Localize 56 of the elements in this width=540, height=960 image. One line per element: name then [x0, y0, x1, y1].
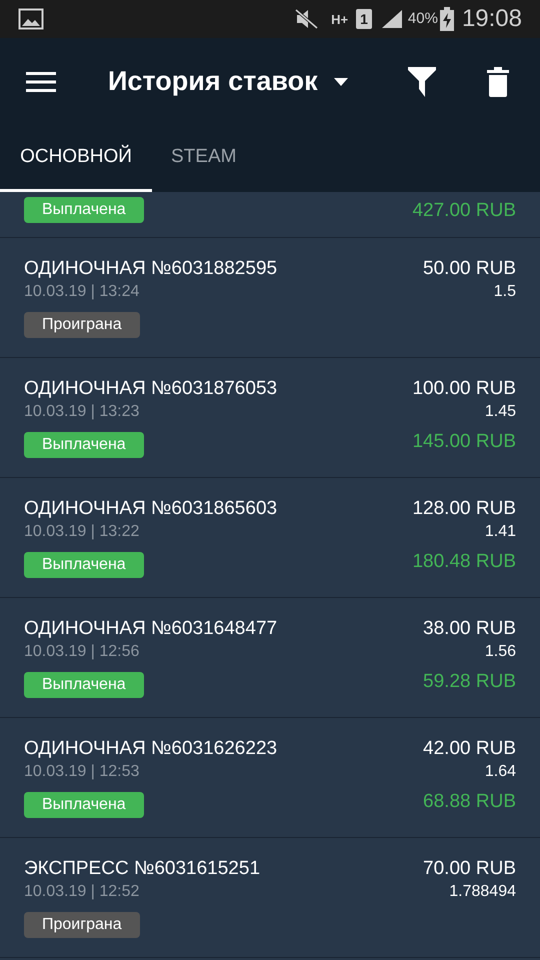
bet-date: 10.03.19 | 13:23: [24, 402, 140, 422]
odds: 1.45: [484, 402, 516, 422]
status-badge: Выплачена: [24, 432, 144, 458]
stake-amount: 50.00 RUB: [423, 257, 516, 281]
bet-title: ОДИНОЧНАЯ №6031648477: [24, 617, 278, 641]
status-badge: Проиграна: [24, 912, 140, 938]
status-badge: Выплачена: [24, 672, 144, 698]
filter-button[interactable]: [406, 66, 438, 98]
bet-card[interactable]: ОДИНОЧНАЯ №6031648477 10.03.19 | 12:56 Выплачена 38.00 RUB 1.56 59.28 RUB: [0, 598, 540, 718]
odds: 1.41: [484, 522, 516, 542]
tab[interactable]: STEAM: [152, 125, 256, 192]
status-badge: Выплачена: [24, 197, 144, 223]
caret-icon: [334, 78, 348, 86]
payout-amount: 427.00 RUB: [412, 199, 516, 223]
odds: 1.64: [484, 762, 516, 782]
odds: 1.56: [484, 642, 516, 662]
stake-amount: 128.00 RUB: [412, 497, 516, 521]
title-dropdown[interactable]: История ставок: [108, 61, 348, 102]
bet-date: 10.03.19 | 12:53: [24, 762, 140, 782]
bet-card[interactable]: ОДИНОЧНАЯ №6031876053 10.03.19 | 13:23 Выплачена 100.00 RUB 1.45 145.00 RUB: [0, 358, 540, 478]
battery-charging-icon: [440, 7, 454, 31]
bet-title: ОДИНОЧНАЯ №6031626223: [24, 737, 278, 761]
clock: 19:08: [462, 4, 522, 34]
sim-indicator: 1: [356, 9, 372, 29]
payout-amount: 180.48 RUB: [412, 550, 516, 574]
payout-amount: 145.00 RUB: [412, 430, 516, 454]
bet-title: ЭКСПРЕСС №6031615251: [24, 857, 260, 881]
bet-date: 10.03.19 | 12:52: [24, 882, 140, 902]
odds: 1.788494: [449, 882, 516, 902]
stake-amount: 38.00 RUB: [423, 617, 516, 641]
stake-amount: 42.00 RUB: [423, 737, 516, 761]
bet-card[interactable]: ОДИНОЧНАЯ №6031882595 10.03.19 | 13:24 Проиграна 50.00 RUB 1.5: [0, 238, 540, 358]
bet-card[interactable]: ОДИНОЧНАЯ №6031626223 10.03.19 | 12:53 Выплачена 42.00 RUB 1.64 68.88 RUB: [0, 718, 540, 838]
payout-amount: 59.28 RUB: [423, 670, 516, 694]
bet-title: ОДИНОЧНАЯ №6031865603: [24, 497, 278, 521]
status-badge: Проиграна: [24, 312, 140, 338]
status-badge: Выплачена: [24, 792, 144, 818]
bet-card[interactable]: ЭКСПРЕСС №6031615251 10.03.19 | 12:52 Проиграна 70.00 RUB 1.788494: [0, 838, 540, 958]
stake-amount: 100.00 RUB: [412, 377, 516, 401]
bet-card[interactable]: ОДИНОЧНАЯ №6031865603 10.03.19 | 13:22 Выплачена 128.00 RUB 1.41 180.48 RUB: [0, 478, 540, 598]
payout-amount: 68.88 RUB: [423, 790, 516, 814]
bet-date: 10.03.19 | 13:24: [24, 282, 140, 302]
bet-title: ОДИНОЧНАЯ №6031876053: [24, 377, 278, 401]
network-type: H+: [331, 12, 348, 26]
image-icon: [18, 8, 44, 30]
stake-amount: 70.00 RUB: [423, 857, 516, 881]
odds: 1.5: [494, 282, 516, 302]
bet-card[interactable]: Выплачена 427.00 RUB: [0, 192, 540, 238]
battery-percent: 40%: [408, 8, 438, 29]
bet-title: ОДИНОЧНАЯ №6031882595: [24, 257, 278, 281]
signal-icon: [380, 8, 404, 30]
status-badge: Выплачена: [24, 552, 144, 578]
tab[interactable]: ОСНОВНОЙ: [0, 125, 152, 192]
mute-icon: [295, 8, 320, 30]
bet-date: 10.03.19 | 12:56: [24, 642, 140, 662]
bet-date: 10.03.19 | 13:22: [24, 522, 140, 542]
